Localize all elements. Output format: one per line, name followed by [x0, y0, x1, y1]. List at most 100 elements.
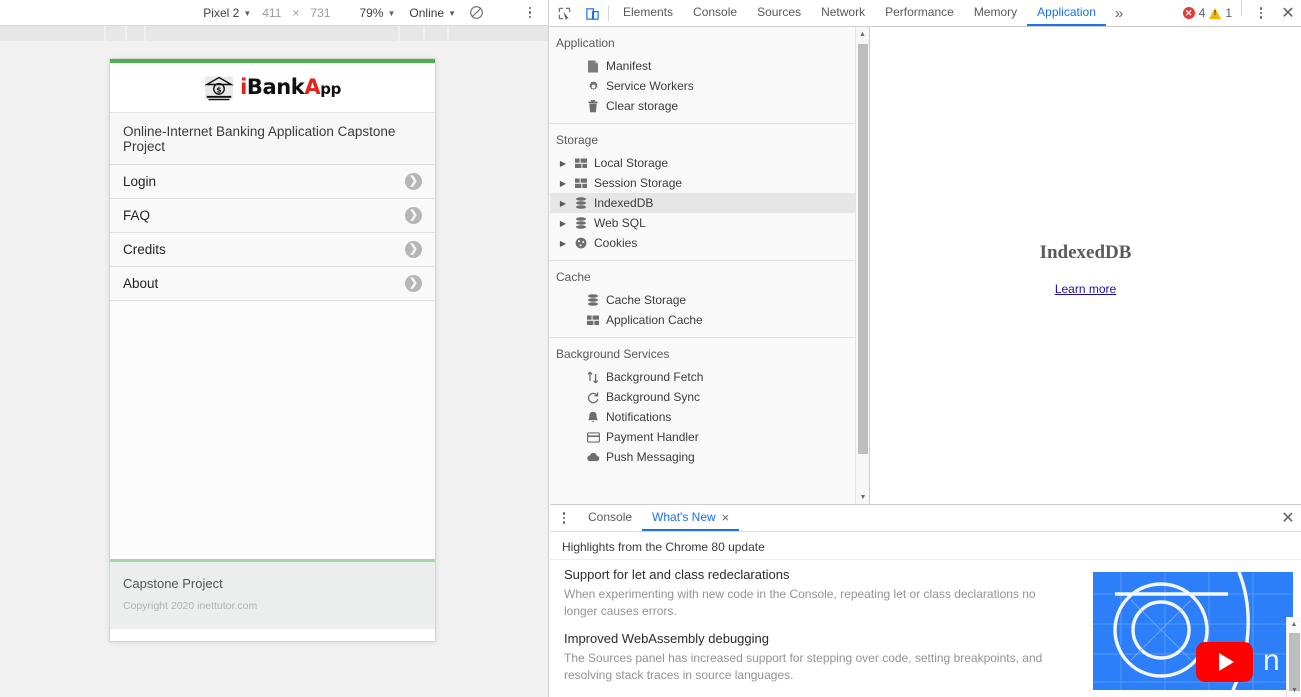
tab-elements[interactable]: Elements: [613, 0, 683, 26]
warning-icon: [1209, 8, 1221, 19]
sidebar-section-background-services: Background Services Background Fetch: [550, 338, 869, 467]
section-header-application: Application: [550, 27, 869, 56]
sidebar-item-notifications[interactable]: Notifications: [550, 407, 869, 427]
chevron-right-icon[interactable]: ▶: [558, 199, 568, 208]
chevron-right-icon[interactable]: ▶: [558, 219, 568, 228]
app-logo: $ iBankApp: [204, 74, 341, 102]
more-tools-icon[interactable]: [1247, 0, 1275, 26]
sidebar-item-background-fetch[interactable]: Background Fetch: [550, 367, 869, 387]
sidebar-item-cookies[interactable]: ▶ Cookies: [550, 233, 869, 253]
sidebar-item-indexeddb[interactable]: ▶ IndexedDB: [550, 193, 869, 213]
learn-more-link[interactable]: Learn more: [1055, 282, 1116, 296]
sidebar-item-push-messaging[interactable]: Push Messaging: [550, 447, 869, 467]
dots-vertical-icon: [556, 510, 572, 526]
cloud-icon: [586, 450, 600, 464]
youtube-play-icon[interactable]: [1196, 642, 1253, 682]
menu-item-credits[interactable]: Credits ❯: [110, 233, 435, 267]
menu-item-label: About: [123, 276, 158, 291]
dots-vertical-icon: [1253, 5, 1269, 21]
play-triangle-icon: [1219, 653, 1234, 671]
tab-sources[interactable]: Sources: [747, 0, 811, 26]
sidebar-item-label: Background Sync: [606, 390, 700, 404]
issue-counters[interactable]: ✕ 4 1: [1179, 0, 1236, 26]
svg-text:$: $: [216, 85, 221, 94]
drawer-scrollbar[interactable]: ▲ ▼: [1286, 617, 1301, 697]
empty-state-title: IndexedDB: [870, 242, 1301, 264]
tab-application[interactable]: Application: [1027, 0, 1106, 26]
tab-performance[interactable]: Performance: [875, 0, 964, 26]
sidebar-item-label: Notifications: [606, 410, 671, 424]
close-devtools-icon[interactable]: ✕: [1275, 0, 1301, 26]
sidebar-item-clear-storage[interactable]: Clear storage: [550, 96, 869, 116]
app-logo-text: iBankApp: [240, 77, 341, 98]
sidebar-item-local-storage[interactable]: ▶ Local Storage: [550, 153, 869, 173]
sidebar-item-label: Cache Storage: [606, 293, 686, 307]
device-select[interactable]: Pixel 2 ▼: [196, 6, 258, 20]
tab-console[interactable]: Console: [683, 0, 747, 26]
close-tab-icon[interactable]: ×: [722, 510, 730, 525]
menu-item-faq[interactable]: FAQ ❯: [110, 199, 435, 233]
chevron-right-icon[interactable]: ▶: [558, 239, 568, 248]
bell-icon: [586, 410, 600, 424]
section-header-storage: Storage: [550, 124, 869, 153]
zoom-select[interactable]: 79% ▼: [352, 6, 402, 20]
scroll-up-arrow-icon[interactable]: ▲: [856, 27, 869, 41]
menu-item-about[interactable]: About ❯: [110, 267, 435, 301]
more-tabs-button[interactable]: »: [1106, 0, 1132, 26]
app-menu-list: Login ❯ FAQ ❯ Credits ❯ About ❯: [110, 165, 435, 301]
sidebar-item-manifest[interactable]: Manifest: [550, 56, 869, 76]
table-icon: [586, 313, 600, 327]
app-subtitle: Online-Internet Banking Application Caps…: [110, 113, 435, 165]
bank-dollar-icon: $: [204, 74, 234, 102]
toggle-device-toolbar-icon[interactable]: [578, 0, 606, 26]
manifest-document-icon: [586, 59, 600, 73]
drawer-tab-whats-new[interactable]: What's New ×: [642, 505, 739, 531]
chevron-right-icon[interactable]: ▶: [558, 179, 568, 188]
viewport-height-input[interactable]: 731: [306, 6, 334, 20]
footer-title: Capstone Project: [123, 576, 422, 591]
sidebar-item-background-sync[interactable]: Background Sync: [550, 387, 869, 407]
close-drawer-icon[interactable]: ✕: [1275, 505, 1301, 531]
sidebar-item-cache-storage[interactable]: Cache Storage: [550, 290, 869, 310]
sidebar-item-session-storage[interactable]: ▶ Session Storage: [550, 173, 869, 193]
sidebar-item-label: Application Cache: [606, 313, 703, 327]
device-select-label: Pixel 2: [203, 6, 239, 20]
chevron-right-circle-icon: ❯: [405, 241, 422, 258]
up-down-arrows-icon: [586, 370, 600, 384]
whats-new-video-thumbnail[interactable]: n: [1093, 572, 1293, 690]
toolbar-divider: [1241, 0, 1242, 15]
scroll-down-arrow-icon[interactable]: ▼: [1287, 683, 1301, 697]
sidebar-item-application-cache[interactable]: Application Cache: [550, 310, 869, 330]
chevron-right-circle-icon: ❯: [405, 275, 422, 292]
error-count: 4: [1199, 6, 1206, 20]
sidebar-item-payment-handler[interactable]: Payment Handler: [550, 427, 869, 447]
scrollbar-thumb[interactable]: [858, 44, 868, 454]
dimension-separator: ×: [285, 6, 306, 20]
more-options-icon[interactable]: [517, 2, 543, 24]
app-footer: Capstone Project Copyright 2020 inettuto…: [110, 559, 435, 629]
database-icon: [574, 196, 588, 210]
drawer-tab-label: Console: [588, 510, 632, 524]
sidebar-item-service-workers[interactable]: Service Workers: [550, 76, 869, 96]
scroll-down-arrow-icon[interactable]: ▼: [856, 490, 870, 504]
scroll-up-arrow-icon[interactable]: ▲: [1287, 617, 1301, 631]
drawer-tab-console[interactable]: Console: [578, 505, 642, 531]
chevron-right-icon[interactable]: ▶: [558, 159, 568, 168]
application-panel-body: Application Manifest Service Worker: [550, 27, 1301, 504]
database-icon: [574, 216, 588, 230]
sidebar-item-web-sql[interactable]: ▶ Web SQL: [550, 213, 869, 233]
throttling-select[interactable]: Online ▼: [402, 6, 463, 20]
chevron-right-circle-icon: ❯: [405, 173, 422, 190]
drawer-more-icon[interactable]: [550, 505, 578, 531]
tab-network[interactable]: Network: [811, 0, 875, 26]
menu-item-login[interactable]: Login ❯: [110, 165, 435, 199]
entry-body: When experimenting with new code in the …: [564, 586, 1066, 620]
tab-memory[interactable]: Memory: [964, 0, 1027, 26]
viewport-width-input[interactable]: 411: [258, 6, 285, 20]
sidebar-scrollbar[interactable]: ▲ ▼: [855, 27, 869, 504]
inspect-element-icon[interactable]: [550, 0, 578, 26]
sidebar-item-label: Local Storage: [594, 156, 668, 170]
devtools-tabbar: Elements Console Sources Network Perform…: [550, 0, 1301, 27]
emulated-page-pane: Pixel 2 ▼ 411 × 731 79% ▼ Online ▼: [0, 0, 549, 697]
rotate-device-icon[interactable]: [463, 2, 489, 24]
